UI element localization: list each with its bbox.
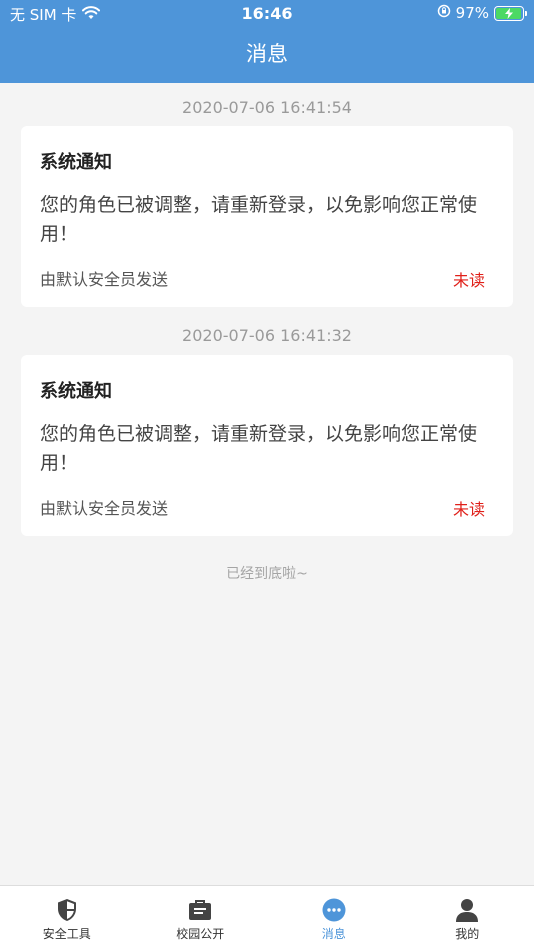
chat-icon — [322, 898, 346, 922]
battery-icon — [494, 5, 527, 21]
status-bar: 无 SIM 卡 16:46 97% — [0, 0, 534, 28]
orientation-lock-icon — [437, 4, 451, 22]
message-list[interactable]: 2020-07-06 16:41:54 系统通知 您的角色已被调整，请重新登录，… — [0, 83, 534, 885]
tab-campus-public[interactable]: 校园公开 — [134, 886, 268, 950]
unread-badge: 未读 — [452, 271, 485, 290]
person-icon — [455, 898, 479, 922]
tab-label: 安全工具 — [42, 927, 91, 941]
message-body: 您的角色已被调整，请重新登录，以免影响您正常使用！ — [40, 194, 478, 245]
message-timestamp: 2020-07-06 16:41:32 — [182, 326, 352, 345]
message-title: 系统通知 — [40, 152, 112, 173]
battery-percent: 97% — [455, 4, 489, 22]
battery-fill — [496, 7, 522, 19]
tab-messages[interactable]: 消息 — [267, 886, 401, 950]
tab-label: 校园公开 — [176, 927, 225, 941]
unread-badge: 未读 — [452, 500, 485, 519]
tab-bar: 安全工具 校园公开 消息 我的 — [0, 885, 534, 950]
message-title: 系统通知 — [40, 381, 112, 402]
page-title: 消息 — [246, 42, 288, 66]
end-of-list-note: 已经到底啦~ — [226, 566, 308, 582]
tab-mine[interactable]: 我的 — [401, 886, 534, 950]
message-card[interactable]: 系统通知 您的角色已被调整，请重新登录，以免影响您正常使用！ 由默认安全员发送 … — [21, 355, 513, 536]
message-body: 您的角色已被调整，请重新登录，以免影响您正常使用！ — [40, 423, 478, 474]
header: 无 SIM 卡 16:46 97% 消息 — [0, 0, 534, 83]
message-timestamp: 2020-07-06 16:41:54 — [182, 98, 352, 117]
shield-icon — [55, 898, 79, 922]
status-right: 97% — [437, 4, 527, 22]
message-card[interactable]: 系统通知 您的角色已被调整，请重新登录，以免影响您正常使用！ 由默认安全员发送 … — [21, 126, 513, 307]
message-sender: 由默认安全员发送 — [40, 270, 169, 289]
tab-label: 消息 — [321, 927, 346, 941]
tab-label: 我的 — [455, 927, 480, 941]
message-sender: 由默认安全员发送 — [40, 499, 169, 518]
tab-safety-tools[interactable]: 安全工具 — [0, 886, 134, 950]
briefcase-icon — [188, 898, 212, 922]
